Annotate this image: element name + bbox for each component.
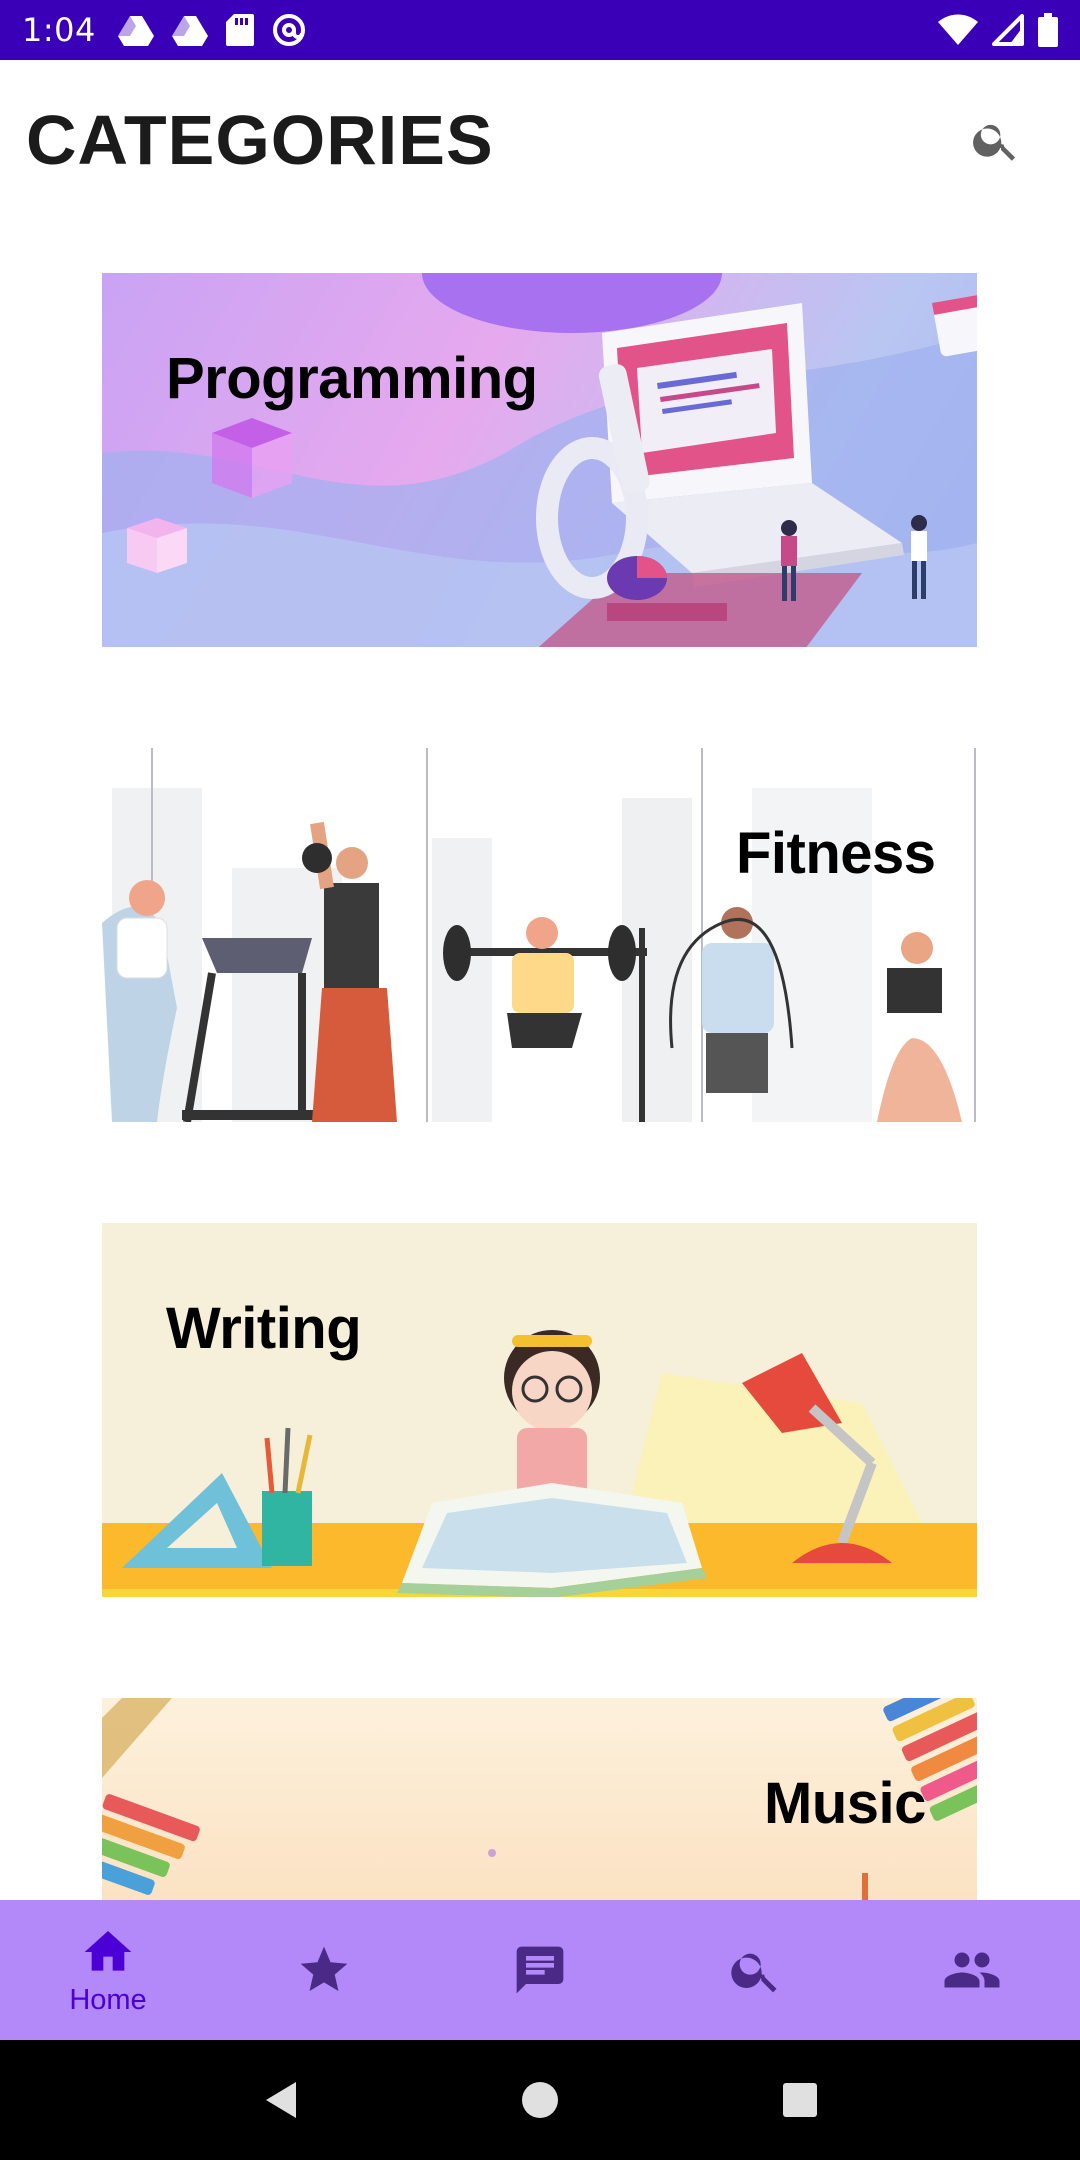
at-sign-icon xyxy=(272,13,306,47)
nav-item-messages[interactable] xyxy=(450,1900,630,2040)
category-label: Writing xyxy=(166,1296,362,1361)
category-card-programming[interactable]: Programming xyxy=(102,273,977,647)
search-icon xyxy=(731,1953,777,1993)
system-navigation-bar xyxy=(0,2040,1080,2160)
page-title: CATEGORIES xyxy=(26,101,494,179)
nav-item-people[interactable] xyxy=(882,1900,1062,2040)
category-label: Programming xyxy=(166,346,538,411)
category-card-music[interactable]: Music xyxy=(102,1698,977,1900)
search-button[interactable] xyxy=(960,104,1032,176)
people-icon xyxy=(944,1952,1000,1988)
programming-illustration xyxy=(102,273,977,647)
status-bar: 1:04 xyxy=(0,0,1080,60)
writing-illustration xyxy=(102,1223,977,1597)
chat-icon xyxy=(516,1946,564,1994)
bottom-navigation: Home xyxy=(0,1900,1080,2040)
sd-card-icon xyxy=(225,14,254,46)
nav-item-home[interactable]: Home xyxy=(18,1900,198,2040)
category-card-writing[interactable]: Writing xyxy=(102,1223,977,1597)
back-icon xyxy=(266,2082,296,2118)
home-circle-icon xyxy=(522,2082,558,2118)
drive-icon xyxy=(117,14,154,46)
category-label: Fitness xyxy=(736,821,936,886)
recents-button[interactable] xyxy=(755,2055,845,2145)
status-time: 1:04 xyxy=(22,11,96,49)
recents-icon xyxy=(783,2083,817,2117)
home-system-button[interactable] xyxy=(495,2055,585,2145)
battery-icon xyxy=(1038,13,1058,47)
star-icon xyxy=(300,1946,348,1991)
wifi-icon xyxy=(938,14,978,46)
app-header: CATEGORIES xyxy=(0,60,1080,220)
search-icon xyxy=(973,124,1016,161)
home-icon xyxy=(84,1930,132,1971)
nav-label-home: Home xyxy=(69,1983,147,2016)
category-card-fitness[interactable]: Fitness xyxy=(102,748,977,1122)
fitness-illustration xyxy=(102,748,977,1122)
category-label: Music xyxy=(764,1771,926,1836)
drive-icon xyxy=(171,14,208,46)
nav-item-search[interactable] xyxy=(666,1900,846,2040)
back-button[interactable] xyxy=(235,2055,325,2145)
cell-signal-icon xyxy=(992,14,1024,46)
nav-item-favorites[interactable] xyxy=(234,1900,414,2040)
